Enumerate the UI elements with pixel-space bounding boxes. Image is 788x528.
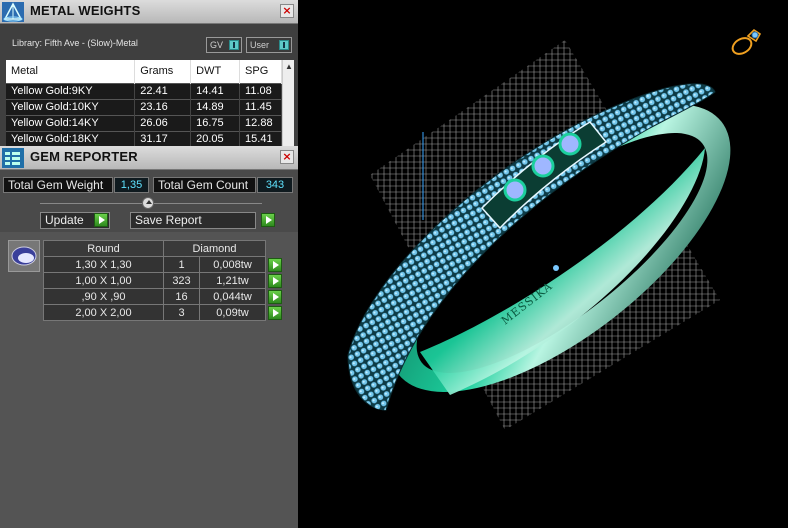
save-report-button[interactable]: Save Report [130, 212, 275, 229]
metal-weights-close-button[interactable]: × [280, 4, 294, 18]
pyramid-logo-icon [2, 2, 24, 22]
row-select-arrow-icon[interactable] [268, 257, 282, 272]
column-header-shape[interactable]: Round [43, 240, 164, 257]
gem-size-cell: 2,00 X 2,00 [43, 304, 164, 321]
gem-reporter-title: GEM REPORTER [30, 149, 138, 164]
update-button[interactable]: Update [40, 212, 110, 229]
table-row[interactable]: Yellow Gold:14KY 26.06 16.75 12.88 [6, 114, 282, 131]
metal-name-cell: Yellow Gold:14KY [6, 114, 136, 131]
gem-weight-cell: 0,09tw [199, 304, 266, 321]
gv-toggle[interactable]: GV [206, 37, 242, 53]
dwt-cell: 14.89 [190, 98, 241, 115]
table-row[interactable]: 1,30 X 1,30 1 0,008tw [43, 256, 284, 273]
grams-cell: 26.06 [134, 114, 192, 131]
left-panel: METAL WEIGHTS × Library: Fifth Ave - (Sl… [0, 0, 298, 528]
table-row[interactable]: Yellow Gold:9KY 22.41 14.41 11.08 [6, 82, 282, 99]
library-label: Library: Fifth Ave - (Slow)-Metal [12, 38, 138, 48]
dwt-cell: 14.41 [190, 82, 241, 99]
column-header-grams[interactable]: Grams [134, 60, 192, 83]
gem-size-cell: ,90 X ,90 [43, 288, 164, 305]
total-gem-count-label: Total Gem Count [153, 177, 256, 193]
row-select-arrow-icon[interactable] [268, 273, 282, 288]
3d-viewport[interactable]: MESSIKA [300, 0, 788, 528]
row-select-arrow-icon[interactable] [268, 305, 282, 320]
user-toggle-switch[interactable] [279, 40, 289, 50]
dwt-cell: 16.75 [190, 114, 241, 131]
dwt-cell: 20.05 [190, 130, 241, 146]
grams-cell: 23.16 [134, 98, 192, 115]
save-report-button-label: Save Report [135, 213, 202, 227]
update-button-label: Update [45, 213, 84, 227]
round-gem-icon [11, 246, 37, 266]
column-header-metal[interactable]: Metal [6, 60, 136, 83]
column-header-stone[interactable]: Diamond [163, 240, 266, 257]
gem-weight-cell: 0,008tw [199, 256, 266, 273]
table-row[interactable]: 1,00 X 1,00 323 1,21tw [43, 272, 284, 289]
gem-weight-cell: 1,21tw [199, 272, 266, 289]
center-stone [531, 154, 555, 178]
center-stone [503, 178, 527, 202]
table-row[interactable]: 2,00 X 2,00 3 0,09tw [43, 304, 284, 321]
gv-toggle-switch[interactable] [229, 40, 239, 50]
spg-cell: 15.41 [239, 130, 282, 146]
metal-weights-panel: METAL WEIGHTS × Library: Fifth Ave - (Sl… [0, 0, 298, 146]
panel-splitter-handle[interactable] [142, 197, 154, 209]
table-row[interactable]: Yellow Gold:18KY 31.17 20.05 15.41 [6, 130, 282, 146]
grams-cell: 22.41 [134, 82, 192, 99]
metal-name-cell: Yellow Gold:10KY [6, 98, 136, 115]
table-row[interactable]: Yellow Gold:10KY 23.16 14.89 11.45 [6, 98, 282, 115]
table-row[interactable]: ,90 X ,90 16 0,044tw [43, 288, 284, 305]
gem-reporter-panel: GEM REPORTER × Total Gem Weight 1,35 Tot… [0, 146, 298, 528]
user-toggle-label: User [250, 40, 270, 50]
engraving-stone [553, 265, 559, 271]
metal-weights-table: Metal Grams DWT SPG Yellow Gold:9KY 22.4… [6, 60, 294, 146]
metal-weights-header: METAL WEIGHTS × [0, 0, 298, 24]
round-gem-thumbnail[interactable] [8, 240, 40, 272]
update-arrow-icon [94, 213, 108, 227]
bangle-ring[interactable]: MESSIKA [344, 52, 775, 443]
gem-reporter-header: GEM REPORTER × [0, 146, 298, 170]
gem-count-cell: 3 [163, 304, 200, 321]
gem-count-cell: 16 [163, 288, 200, 305]
gem-size-cell: 1,30 X 1,30 [43, 256, 164, 273]
spg-cell: 12.88 [239, 114, 282, 131]
total-gem-weight-value: 1,35 [114, 177, 149, 193]
gem-size-cell: 1,00 X 1,00 [43, 272, 164, 289]
viewport-canvas[interactable]: MESSIKA [300, 0, 788, 528]
row-select-arrow-icon[interactable] [268, 289, 282, 304]
total-gem-weight-label: Total Gem Weight [3, 177, 113, 193]
gem-report-table: Round Diamond 1,30 X 1,30 1 0,008tw 1,00… [43, 240, 284, 321]
center-stone [558, 132, 582, 156]
spg-cell: 11.08 [239, 82, 282, 99]
total-gem-count-value: 343 [257, 177, 293, 193]
user-toggle[interactable]: User [246, 37, 292, 53]
metal-table-scrollbar[interactable]: ▲ [282, 60, 294, 146]
gv-toggle-label: GV [210, 40, 224, 50]
gem-reporter-close-button[interactable]: × [280, 150, 294, 164]
save-report-arrow-icon[interactable] [261, 213, 275, 227]
gem-weight-cell: 0,044tw [199, 288, 266, 305]
metal-name-cell: Yellow Gold:18KY [6, 130, 136, 146]
grams-cell: 31.17 [134, 130, 192, 146]
gem-list-area: Round Diamond 1,30 X 1,30 1 0,008tw 1,00… [0, 232, 298, 528]
gem-count-cell: 1 [163, 256, 200, 273]
gem-count-cell: 323 [163, 272, 200, 289]
scroll-up-icon[interactable]: ▲ [285, 62, 293, 71]
metal-name-cell: Yellow Gold:9KY [6, 82, 136, 99]
column-header-spg[interactable]: SPG [239, 60, 282, 83]
gem-grid-icon [2, 148, 24, 168]
column-header-dwt[interactable]: DWT [190, 60, 241, 83]
metal-weights-title: METAL WEIGHTS [30, 3, 141, 18]
spg-cell: 11.45 [239, 98, 282, 115]
ring-view-icon[interactable] [728, 26, 764, 58]
